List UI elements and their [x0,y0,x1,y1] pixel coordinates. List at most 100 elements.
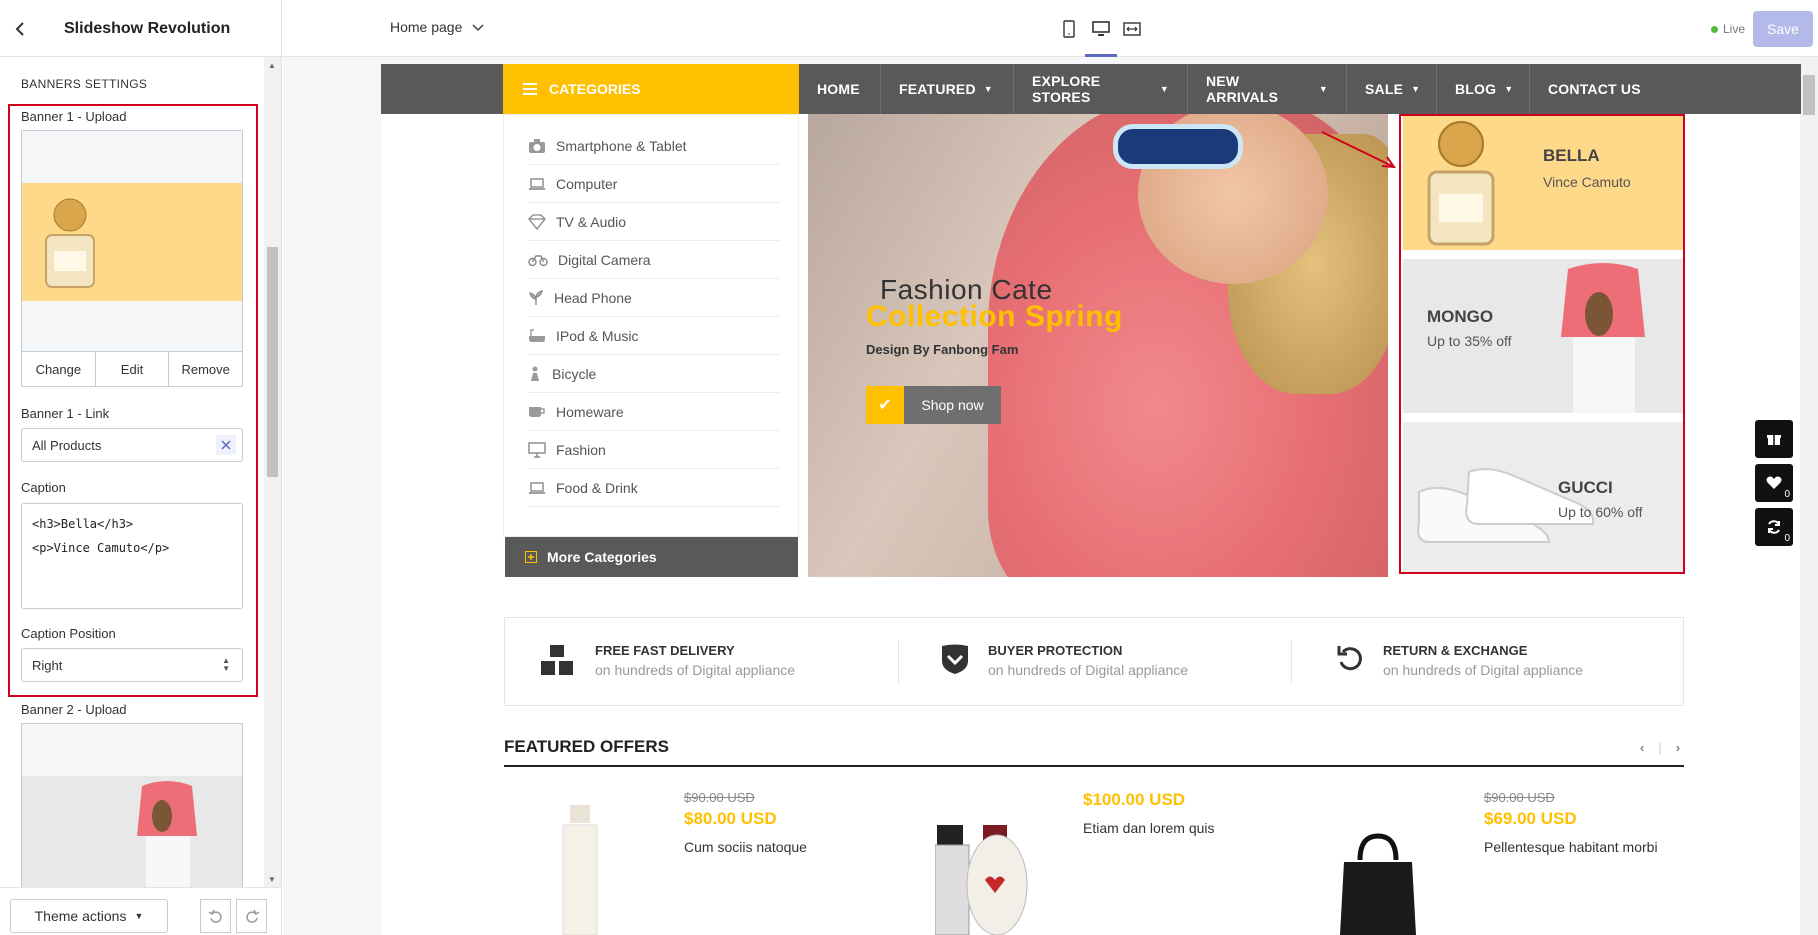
laptop-icon [529,177,545,190]
nav-sale[interactable]: SALE ▼ [1347,64,1437,114]
close-icon [221,440,231,450]
undo-button[interactable] [200,899,231,933]
category-item[interactable]: Smartphone & Tablet [528,127,780,165]
editor-topbar: Slideshow Revolution Home page Live Save [0,0,1818,57]
boxes-icon [541,645,573,675]
banner-mongo[interactable]: MONGO Up to 35% off [1403,259,1683,413]
product-name[interactable]: Etiam dan lorem quis [1083,819,1283,837]
wishlist-button[interactable]: 0 [1755,464,1793,502]
remove-image-button[interactable]: Remove [169,352,242,386]
product-image[interactable] [555,805,605,935]
banner1-link-field[interactable]: All Products [21,428,243,462]
nav-featured[interactable]: FEATURED ▼ [881,64,1014,114]
caret-down-icon: ▼ [1159,84,1169,94]
cup-icon [529,406,545,417]
mobile-view-button[interactable] [1055,16,1083,42]
page-selector[interactable]: Home page [390,19,484,35]
category-item[interactable]: Fashion [528,431,780,469]
more-categories-button[interactable]: More Categories [505,537,798,577]
banner2-upload-label: Banner 2 - Upload [21,702,127,717]
edit-image-button[interactable]: Edit [96,352,170,386]
live-label: Live [1723,22,1746,36]
feature-title: FREE FAST DELIVERY [595,643,735,658]
nav-label: HOME [817,81,860,97]
clear-link-button[interactable] [216,435,236,455]
return-icon [1337,646,1362,671]
category-label: Digital Camera [558,251,651,268]
category-item[interactable]: Food & Drink [528,469,780,507]
desktop-view-button[interactable] [1087,16,1115,42]
back-button[interactable] [0,0,40,57]
nav-label: SALE [1365,81,1404,97]
camera-icon [529,138,545,153]
caret-down-icon: ▼ [1504,84,1514,94]
feature-item: FREE FAST DELIVERY on hundreds of Digital… [539,643,795,679]
plus-square-icon [525,551,537,563]
live-status: Live [1711,22,1745,36]
hero-slideshow[interactable]: Fashion Cate Collection Spring Design By… [808,114,1388,577]
banner1-link-label: Banner 1 - Link [21,406,110,421]
feature-subtitle: on hundreds of Digital appliance [1383,662,1584,678]
category-item[interactable]: IPod & Music [528,317,780,355]
live-dot-icon [1711,25,1718,33]
model-photo-icon [1561,263,1645,413]
category-item[interactable]: Digital Camera [528,241,780,279]
nav-explore-stores[interactable]: EXPLORE STORES ▼ [1014,64,1188,114]
banner1-upload-label: Banner 1 - Upload [21,109,127,124]
feature-title: BUYER PROTECTION [988,643,1123,658]
product-image[interactable] [935,825,1045,935]
chevron-left-icon[interactable]: ‹ [1640,740,1644,755]
banner1-image-preview[interactable] [21,130,243,352]
caption-label: Caption [21,480,66,495]
compare-button[interactable]: 0 [1755,508,1793,546]
preview-scroll-thumb[interactable] [1803,75,1815,115]
sidebar-scroll-thumb[interactable] [267,247,278,477]
category-item[interactable]: Computer [528,165,780,203]
categories-toggle[interactable]: CATEGORIES [503,64,799,114]
banner-bella[interactable]: BELLA Vince Camuto [1403,116,1683,250]
chevron-down-icon [472,24,484,32]
nav-home[interactable]: HOME [799,64,881,114]
category-item[interactable]: TV & Audio [528,203,780,241]
shop-now-label: Shop now [904,386,1001,424]
banner2-image-preview[interactable] [21,723,243,893]
save-button[interactable]: Save [1753,11,1813,47]
product-price: $100.00 USD [1083,790,1186,809]
category-item[interactable]: Head Phone [528,279,780,317]
sneaker-icon [1417,468,1595,543]
nav-label: EXPLORE STORES [1032,73,1101,105]
category-item[interactable]: Homeware [528,393,780,431]
nav-label: BLOG [1455,81,1497,97]
scroll-down-icon[interactable]: ▼ [268,875,276,884]
expand-icon [1123,22,1141,36]
caption-position-value: Right [32,657,63,673]
shop-now-button[interactable]: ✔ Shop now [866,386,1001,424]
banner-gucci[interactable]: GUCCI Up to 60% off [1403,422,1683,572]
scroll-up-icon[interactable]: ▲ [268,61,276,70]
select-arrows-icon: ▲ ▼ [222,656,230,673]
sidebar-header: Slideshow Revolution [0,0,282,57]
product-image[interactable] [1338,830,1418,935]
fullwidth-view-button[interactable] [1118,16,1146,42]
caption-textarea[interactable]: <h3>Bella</h3> <p>Vince Camuto</p> [21,503,243,609]
category-item[interactable]: Bicycle [528,355,780,393]
change-image-button[interactable]: Change [22,352,96,386]
category-label: Computer [556,175,618,192]
nav-contact-us[interactable]: CONTACT US [1530,64,1670,114]
chevron-right-icon[interactable]: › [1676,740,1680,755]
compare-count: 0 [1784,533,1790,544]
theme-actions-button[interactable]: Theme actions ▼ [10,899,168,933]
more-categories-label: More Categories [547,549,657,565]
nav-blog[interactable]: BLOG ▼ [1437,64,1530,114]
nav-new-arrivals[interactable]: NEW ARRIVALS ▼ [1188,64,1347,114]
feature-item: RETURN & EXCHANGE on hundreds of Digital … [1335,643,1583,678]
redo-button[interactable] [236,899,267,933]
caption-position-select[interactable]: Right ▲ ▼ [21,648,243,682]
heart-icon [1766,476,1782,489]
product-name[interactable]: Pellentesque habitant morbi [1484,838,1669,856]
gift-button[interactable] [1755,420,1793,458]
preview-scrollbar[interactable] [1800,57,1818,935]
monitor-icon [528,441,546,458]
chevron-left-icon [15,21,24,36]
product-name[interactable]: Cum sociis natoque [684,838,884,856]
